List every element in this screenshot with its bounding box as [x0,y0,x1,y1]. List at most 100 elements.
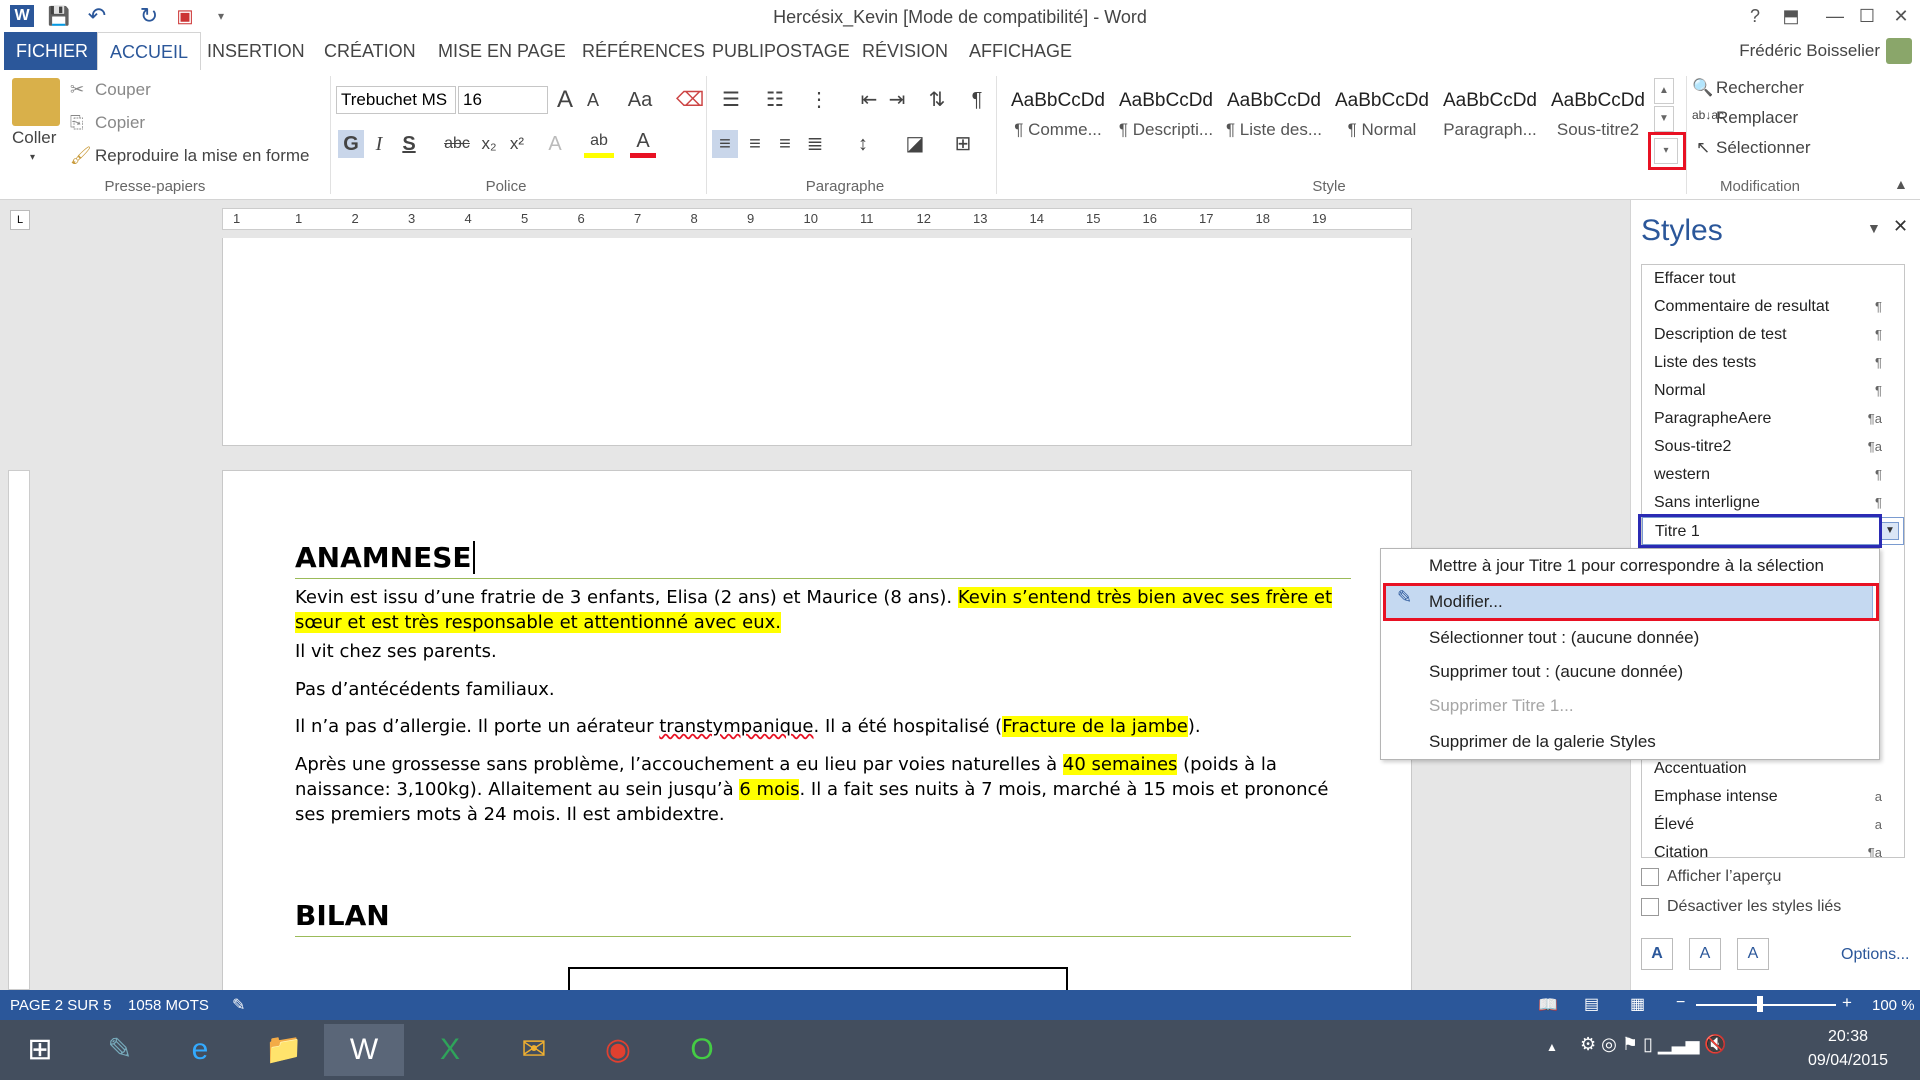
paragraph-birth[interactable]: Après une grossesse sans problème, l’acc… [295,752,1345,827]
select-button[interactable]: Sélectionner [1716,138,1811,158]
find-icon[interactable]: 🔍 [1692,78,1713,98]
clock-time[interactable]: 20:38 [1828,1028,1868,1046]
cut-icon[interactable]: ✂ [70,80,84,100]
menu-item-select-all[interactable]: Sélectionner tout : (aucune donnée) [1381,621,1881,655]
style-item-commentaire[interactable]: Commentaire de resultat ¶ [1642,293,1904,321]
disable-linked-checkbox[interactable] [1641,898,1659,916]
bullets-icon[interactable]: ☰ [714,86,748,114]
underline-button[interactable]: S [396,130,422,158]
font-name-combo[interactable]: Trebuchet MS [336,86,456,114]
user-name[interactable]: Frédéric Boisselier [1739,32,1880,70]
tab-creation[interactable]: CRÉATION [312,32,428,70]
text-effects-icon[interactable]: A [542,130,568,158]
tray-expand-icon[interactable]: ▲ [1546,1040,1558,1054]
tab-fichier[interactable]: FICHIER [4,32,100,70]
manage-styles-icon[interactable]: A [1737,938,1769,970]
scanner-app-icon[interactable]: ✎ [80,1024,160,1076]
table-frame[interactable] [568,967,1068,990]
style-item-liste[interactable]: Liste des tests ¶ [1642,349,1904,377]
start-icon[interactable]: ⊞ [0,1024,80,1076]
tab-revision[interactable]: RÉVISION [850,32,960,70]
format-painter-button[interactable]: Reproduire la mise en forme [95,146,309,166]
paragraph-parents[interactable]: Il vit chez ses parents. [295,639,1345,664]
ie-app-icon[interactable]: e [160,1024,240,1076]
decrease-indent-icon[interactable]: ⇤ [856,86,882,114]
menu-item-update-titre1[interactable]: Mettre à jour Titre 1 pour correspondre … [1381,549,1881,583]
horizontal-ruler[interactable]: 1 1 2 3 4 5 6 7 8 9 10 11 12 13 14 15 16 17 18 19 [222,208,1412,230]
qat-dropdown-icon[interactable]: ▾ [208,4,234,28]
green-app-icon[interactable]: O [662,1024,742,1076]
word-app-icon[interactable]: W [10,5,34,27]
zoom-slider[interactable] [1696,1004,1836,1006]
pilcrow-icon[interactable]: ¶ [964,86,990,114]
cut-button[interactable]: Couper [95,80,151,100]
close-pane-icon[interactable]: ✕ [1893,216,1908,237]
font-size-combo[interactable]: 16 [458,86,548,114]
close-button[interactable]: ✕ [1886,2,1916,30]
page-2[interactable]: ANAMNESE Kevin est issu d’une fratrie de… [222,470,1412,990]
collapse-ribbon-icon[interactable]: ▲ [1894,176,1908,192]
word-taskbar-icon[interactable]: W [324,1024,404,1076]
style-item-western[interactable]: western ¶ [1642,461,1904,489]
style-dropdown-icon[interactable]: ▼ [1881,522,1899,540]
superscript-button[interactable]: x² [504,130,530,158]
menu-item-remove-all[interactable]: Supprimer tout : (aucune donnée) [1381,655,1881,689]
replace-button[interactable]: Remplacer [1716,108,1798,128]
excel-taskbar-icon[interactable]: X [410,1024,490,1076]
gallery-style-sous-titre2[interactable]: AaBbCcDd Sous-titre2 [1544,78,1652,158]
new-style-icon[interactable]: A [1641,938,1673,970]
shrink-font-icon[interactable]: A [580,86,606,114]
tab-accueil[interactable]: ACCUEIL [97,32,202,70]
strikethrough-button[interactable]: abc [440,130,474,158]
style-item-effacer[interactable]: Effacer tout [1642,265,1904,293]
heading-bilan[interactable]: BILAN [295,899,1351,937]
vertical-ruler[interactable] [8,470,30,990]
pane-options-icon[interactable]: ▼ [1867,220,1881,236]
font-color-icon[interactable]: A [630,130,656,158]
misspelled-word[interactable]: transtympanique [659,716,813,737]
save-icon[interactable]: 💾 [46,4,72,28]
clipboard-icon[interactable] [12,78,60,126]
page-count[interactable]: PAGE 2 SUR 5 [10,997,111,1014]
clear-format-icon[interactable]: ⌫ [676,86,704,114]
customize-icon[interactable]: ▣ [172,4,198,28]
gallery-style-normal[interactable]: AaBbCcDd ¶ Normal [1328,78,1436,158]
options-link[interactable]: Options... [1841,946,1909,964]
chrome-app-icon[interactable]: ◉ [578,1024,658,1076]
align-center-icon[interactable]: ≡ [742,130,768,158]
gallery-style-description[interactable]: AaBbCcDd ¶ Descripti... [1112,78,1220,158]
ribbon-display-button[interactable]: ⬒ [1776,2,1806,30]
show-preview-checkbox[interactable] [1641,868,1659,886]
clock-date[interactable]: 09/04/2015 [1808,1052,1888,1070]
heading-anamnese[interactable]: ANAMNESE [295,541,1351,579]
justify-icon[interactable]: ≣ [802,130,828,158]
gallery-scroll-up-icon[interactable]: ▲ [1654,78,1674,104]
copy-button[interactable]: Copier [95,113,145,133]
multilevel-icon[interactable]: ⋮ [802,86,836,114]
subscript-button[interactable]: x₂ [476,130,502,158]
tab-publipostage[interactable]: PUBLIPOSTAGE [700,32,862,70]
gallery-style-paragraph[interactable]: AaBbCcDd Paragraph... [1436,78,1544,158]
bold-button[interactable]: G [338,130,364,158]
align-right-icon[interactable]: ≡ [772,130,798,158]
style-item-paragrapheaere[interactable]: ParagrapheAere ¶a [1642,405,1904,433]
redo-icon[interactable]: ↻ [136,4,162,28]
paste-button[interactable]: Coller [12,128,56,148]
select-icon[interactable]: ↖ [1696,138,1710,158]
word-count[interactable]: 1058 MOTS [128,997,209,1014]
tab-insertion[interactable]: INSERTION [195,32,317,70]
change-case-icon[interactable]: Aa [620,86,660,114]
format-painter-icon[interactable]: 🖌 [70,146,92,166]
style-item-emphase[interactable]: Emphase intense a [1642,783,1904,811]
help-button[interactable]: ? [1740,2,1770,30]
mail-app-icon[interactable]: ✉ [494,1024,574,1076]
gallery-scroll-down-icon[interactable]: ▼ [1654,106,1674,132]
align-left-icon[interactable]: ≡ [712,130,738,158]
print-layout-icon[interactable]: ▤ [1584,994,1599,1014]
style-item-normal[interactable]: Normal ¶ [1642,377,1904,405]
gallery-style-liste[interactable]: AaBbCcDd ¶ Liste des... [1220,78,1328,158]
tab-affichage[interactable]: AFFICHAGE [957,32,1084,70]
style-item-sous-titre2[interactable]: Sous-titre2 ¶a [1642,433,1904,461]
paragraph-family[interactable]: Kevin est issu d’une fratrie de 3 enfant… [295,585,1345,635]
page-1-bottom[interactable] [222,238,1412,446]
